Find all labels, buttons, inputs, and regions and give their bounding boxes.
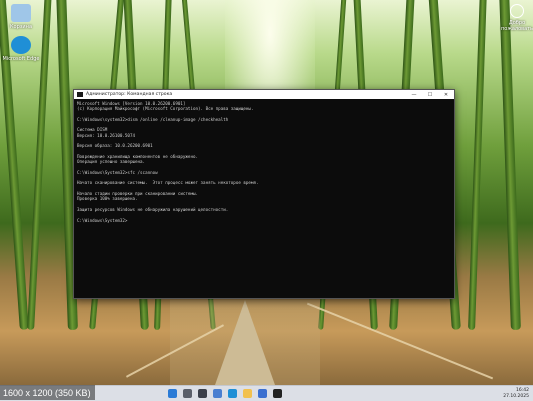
stone-path xyxy=(215,300,275,385)
desktop-icon-recycle-bin[interactable]: Корзина xyxy=(0,4,42,30)
window-titlebar[interactable]: Администратор: Командная строка — ☐ ✕ xyxy=(74,90,454,99)
recycle-bin-icon xyxy=(11,4,31,22)
user-icon xyxy=(510,4,524,18)
task-view-icon[interactable] xyxy=(198,389,207,398)
search-icon[interactable] xyxy=(183,389,192,398)
start-icon[interactable] xyxy=(168,389,177,398)
clock-date: 27.10.2025 xyxy=(503,393,529,399)
desktop-icon-welcome[interactable]: Добро пожаловать xyxy=(496,4,533,32)
widgets-icon[interactable] xyxy=(213,389,222,398)
image-size-caption: 1600 x 1200 (350 KB) xyxy=(0,385,95,400)
explorer-icon[interactable] xyxy=(243,389,252,398)
console-line: C:\Windows\System32> xyxy=(77,217,128,223)
store-icon[interactable] xyxy=(258,389,267,398)
fence-rail xyxy=(306,302,494,380)
console-output[interactable]: Microsoft Windows [Version 10.0.26200.69… xyxy=(74,99,454,225)
bamboo-stalk xyxy=(499,0,521,331)
cmd-app-icon xyxy=(77,92,83,97)
maximize-button[interactable]: ☐ xyxy=(422,90,438,99)
desktop-icon-label: Корзина xyxy=(9,24,33,30)
command-prompt-window[interactable]: Администратор: Командная строка — ☐ ✕ Mi… xyxy=(73,89,455,299)
edge-icon[interactable] xyxy=(228,389,237,398)
desktop-icon-edge[interactable]: Microsoft Edge xyxy=(0,36,42,62)
close-button[interactable]: ✕ xyxy=(438,90,454,99)
desktop-icon-label: Добро пожаловать xyxy=(500,20,533,32)
bamboo-stalk xyxy=(468,0,487,331)
desktop-icon-label: Microsoft Edge xyxy=(2,56,40,62)
edge-icon xyxy=(11,36,31,54)
window-title: Администратор: Командная строка xyxy=(86,92,173,97)
minimize-button[interactable]: — xyxy=(406,90,422,99)
system-clock[interactable]: 16:42 27.10.2025 xyxy=(503,388,529,399)
terminal-icon[interactable] xyxy=(273,389,282,398)
